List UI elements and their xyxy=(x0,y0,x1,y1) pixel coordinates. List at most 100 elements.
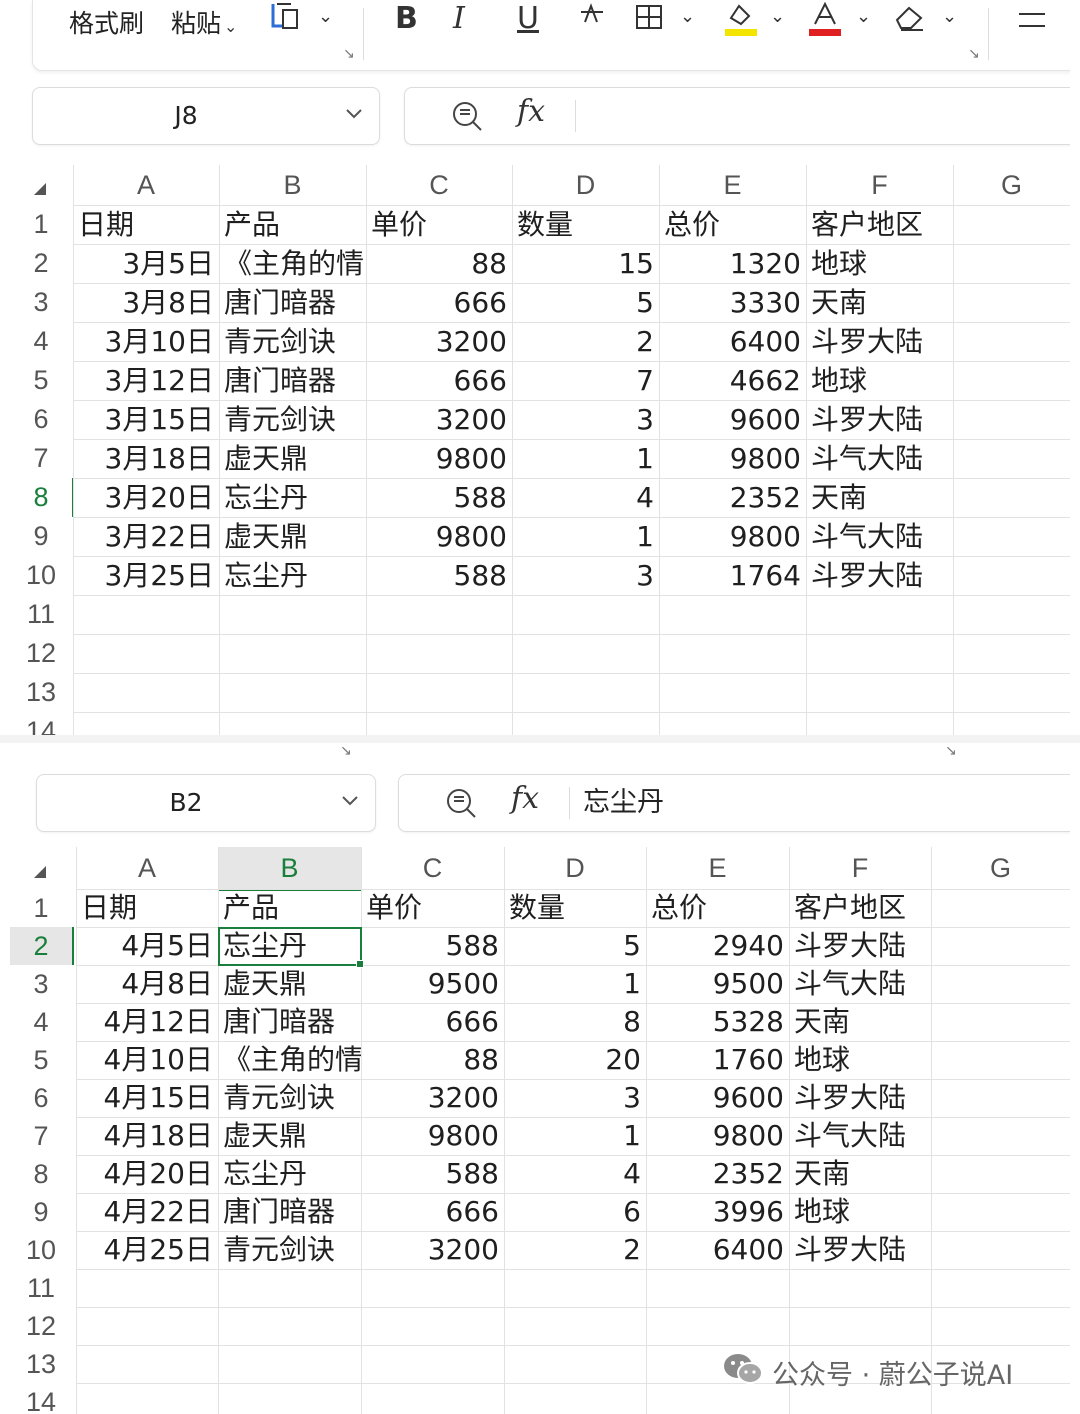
column-header-b[interactable]: B xyxy=(219,165,366,206)
cell-c2[interactable]: 588 xyxy=(361,927,504,965)
cell-f2[interactable]: 地球 xyxy=(806,244,953,283)
formula-bar[interactable]: fx xyxy=(404,87,1070,145)
align-icon[interactable] xyxy=(1017,0,1047,44)
cell-f4[interactable]: 斗罗大陆 xyxy=(806,322,953,361)
cell-f6[interactable]: 斗罗大陆 xyxy=(789,1079,931,1117)
cell-f8[interactable]: 天南 xyxy=(789,1155,931,1193)
cell-e4[interactable]: 6400 xyxy=(659,322,806,361)
column-header-e[interactable]: E xyxy=(646,847,789,890)
cell-e5[interactable]: 1760 xyxy=(646,1041,789,1079)
chevron-down-icon[interactable]: ⌄ xyxy=(856,6,871,27)
row-header-3[interactable]: 3 xyxy=(10,283,72,322)
border-icon[interactable] xyxy=(633,0,667,44)
cell-c10[interactable]: 588 xyxy=(366,556,512,595)
cell-a8[interactable]: 4月20日 xyxy=(76,1155,218,1193)
format-painter-button[interactable]: 格式刷 xyxy=(69,4,144,40)
row-header-11[interactable]: 11 xyxy=(10,595,72,634)
column-header-a[interactable]: A xyxy=(76,847,218,890)
cell-f1[interactable]: 客户地区 xyxy=(806,205,953,244)
cell-c1[interactable]: 单价 xyxy=(366,205,512,244)
cell-b3[interactable]: 唐门暗器 xyxy=(219,283,366,322)
cell-b1[interactable]: 产品 xyxy=(219,205,366,244)
cell-d5[interactable]: 20 xyxy=(504,1041,646,1079)
cell-c8[interactable]: 588 xyxy=(361,1155,504,1193)
strikethrough-icon[interactable] xyxy=(577,0,607,44)
cell-c7[interactable]: 9800 xyxy=(361,1117,504,1155)
active-cell-selection[interactable] xyxy=(218,927,364,968)
cell-b7[interactable]: 虚天鼎 xyxy=(218,1117,361,1155)
cell-b10[interactable]: 青元剑诀 xyxy=(218,1231,361,1269)
cell-f2[interactable]: 斗罗大陆 xyxy=(789,927,931,965)
cell-d1[interactable]: 数量 xyxy=(512,205,659,244)
cell-f3[interactable]: 天南 xyxy=(806,283,953,322)
cell-c3[interactable]: 9500 xyxy=(361,965,504,1003)
cell-b2[interactable]: 《主角的情 xyxy=(219,244,366,283)
cell-b4[interactable]: 唐门暗器 xyxy=(218,1003,361,1041)
cell-b9[interactable]: 虚天鼎 xyxy=(219,517,366,556)
column-header-d[interactable]: D xyxy=(504,847,646,890)
cell-b7[interactable]: 虚天鼎 xyxy=(219,439,366,478)
cell-c7[interactable]: 9800 xyxy=(366,439,512,478)
row-header-11[interactable]: 11 xyxy=(10,1269,72,1307)
formula-bar[interactable]: fx 忘尘丹 xyxy=(398,774,1070,832)
cell-d6[interactable]: 3 xyxy=(504,1079,646,1117)
clipboard-expand-icon[interactable]: ↘ xyxy=(343,46,355,62)
cell-a9[interactable]: 4月22日 xyxy=(76,1193,218,1231)
zoom-icon[interactable] xyxy=(445,787,479,825)
cell-d7[interactable]: 1 xyxy=(512,439,659,478)
cell-f1[interactable]: 客户地区 xyxy=(789,889,931,927)
cell-d4[interactable]: 8 xyxy=(504,1003,646,1041)
cell-a2[interactable]: 3月5日 xyxy=(73,244,219,283)
cell-a4[interactable]: 4月12日 xyxy=(76,1003,218,1041)
row-header-1[interactable]: 1 xyxy=(10,889,72,927)
row-header-9[interactable]: 9 xyxy=(10,1193,72,1231)
formula-content[interactable]: 忘尘丹 xyxy=(583,775,664,831)
italic-button[interactable]: I xyxy=(453,0,465,38)
cell-e4[interactable]: 5328 xyxy=(646,1003,789,1041)
chevron-down-icon[interactable]: ⌄ xyxy=(318,6,333,27)
cell-c10[interactable]: 3200 xyxy=(361,1231,504,1269)
row-header-3[interactable]: 3 xyxy=(10,965,72,1003)
cell-a6[interactable]: 3月15日 xyxy=(73,400,219,439)
cell-a3[interactable]: 3月8日 xyxy=(73,283,219,322)
cell-e3[interactable]: 9500 xyxy=(646,965,789,1003)
cell-c6[interactable]: 3200 xyxy=(361,1079,504,1117)
cell-d9[interactable]: 6 xyxy=(504,1193,646,1231)
cell-b8[interactable]: 忘尘丹 xyxy=(219,478,366,517)
cell-e7[interactable]: 9800 xyxy=(659,439,806,478)
cell-d7[interactable]: 1 xyxy=(504,1117,646,1155)
cell-a5[interactable]: 3月12日 xyxy=(73,361,219,400)
clipboard-expand-icon[interactable]: ↘ xyxy=(340,743,352,759)
row-header-13[interactable]: 13 xyxy=(10,673,72,712)
bold-button[interactable]: B xyxy=(395,0,418,38)
cell-e7[interactable]: 9800 xyxy=(646,1117,789,1155)
eraser-icon[interactable] xyxy=(891,0,931,44)
cell-e1[interactable]: 总价 xyxy=(659,205,806,244)
cell-d2[interactable]: 15 xyxy=(512,244,659,283)
row-header-2[interactable]: 2 xyxy=(10,244,72,283)
cell-a6[interactable]: 4月15日 xyxy=(76,1079,218,1117)
cell-c3[interactable]: 666 xyxy=(366,283,512,322)
column-header-c[interactable]: C xyxy=(361,847,504,890)
cell-e6[interactable]: 9600 xyxy=(659,400,806,439)
cell-a3[interactable]: 4月8日 xyxy=(76,965,218,1003)
font-expand-icon[interactable]: ↘ xyxy=(968,46,980,62)
cell-f7[interactable]: 斗气大陆 xyxy=(789,1117,931,1155)
chevron-down-icon[interactable]: ⌄ xyxy=(680,6,695,27)
cell-d6[interactable]: 3 xyxy=(512,400,659,439)
underline-button[interactable]: U xyxy=(517,0,539,38)
cell-e6[interactable]: 9600 xyxy=(646,1079,789,1117)
cell-a10[interactable]: 4月25日 xyxy=(76,1231,218,1269)
cell-e3[interactable]: 3330 xyxy=(659,283,806,322)
cell-e5[interactable]: 4662 xyxy=(659,361,806,400)
zoom-icon[interactable] xyxy=(451,100,485,138)
font-color-icon[interactable] xyxy=(807,0,843,48)
cell-f6[interactable]: 斗罗大陆 xyxy=(806,400,953,439)
cell-f3[interactable]: 斗气大陆 xyxy=(789,965,931,1003)
row-header-4[interactable]: 4 xyxy=(10,322,72,361)
row-header-4[interactable]: 4 xyxy=(10,1003,72,1041)
cell-c5[interactable]: 666 xyxy=(366,361,512,400)
cell-d2[interactable]: 5 xyxy=(504,927,646,965)
cell-a5[interactable]: 4月10日 xyxy=(76,1041,218,1079)
select-all-corner[interactable] xyxy=(34,866,46,878)
